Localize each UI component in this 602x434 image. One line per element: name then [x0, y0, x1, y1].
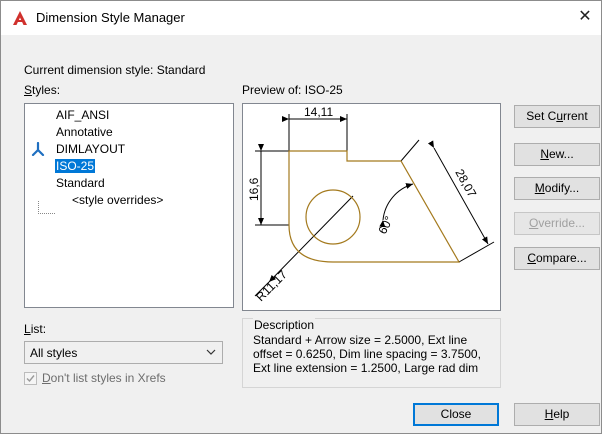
set-current-button[interactable]: Set Current — [514, 105, 600, 128]
dialog-window: Dimension Style Manager ✕ Current dimens… — [0, 0, 602, 434]
description-label: Description — [253, 318, 316, 332]
styles-label-mnemonic: S — [24, 83, 33, 97]
preview-drawing: 14,11 16,6 28,07 60° R11,17 — [247, 105, 495, 304]
help-text: elp — [553, 407, 570, 421]
compare-button[interactable]: Compare... — [514, 247, 600, 270]
override-text: verride... — [538, 216, 586, 230]
xrefs-checkbox[interactable] — [24, 372, 37, 385]
style-item-dimlayout[interactable]: DIMLAYOUT — [55, 142, 126, 156]
modify-text: odify... — [544, 181, 580, 195]
close-button[interactable]: Close — [413, 403, 499, 426]
dim-left-text: 16,6 — [247, 177, 261, 201]
new-text: ew... — [548, 147, 574, 161]
autocad-logo-icon — [13, 11, 27, 25]
styles-listbox[interactable]: AIF_ANSI Annotative DIMLAYOUT ISO-25 Sta… — [24, 103, 234, 308]
override-mnemonic: O — [528, 216, 539, 230]
list-filter-value: All styles — [30, 346, 78, 360]
title-bar: Dimension Style Manager ✕ — [1, 1, 601, 35]
list-filter-select[interactable]: All styles — [24, 341, 223, 364]
list-label: List: — [24, 322, 46, 336]
list-label-mnemonic: L — [24, 322, 31, 336]
styles-label-text: tyles: — [32, 83, 61, 97]
modify-mnemonic: M — [534, 181, 545, 195]
style-item-standard[interactable]: Standard — [55, 176, 106, 190]
style-item-annotative[interactable]: Annotative — [55, 125, 114, 139]
xrefs-text: on't list styles in Xrefs — [50, 371, 166, 385]
set-current-text-end: rrent — [563, 109, 588, 123]
chevron-down-icon — [206, 349, 216, 355]
close-text: Close — [440, 407, 472, 421]
compare-text: ompare... — [535, 251, 587, 265]
styles-label: Styles: — [24, 83, 60, 97]
dim-angle-text: 60° — [375, 214, 396, 237]
style-item-aif-ansi[interactable]: AIF_ANSI — [55, 108, 110, 122]
tree-connector — [38, 201, 55, 214]
description-text: Standard + Arrow size = 2.5000, Ext line… — [253, 333, 481, 375]
set-current-mnemonic: u — [556, 109, 563, 123]
part-outline — [288, 150, 461, 263]
checkmark-icon — [26, 375, 35, 383]
style-item-iso-25[interactable]: ISO-25 — [55, 159, 96, 173]
modify-button[interactable]: Modify... — [514, 177, 600, 200]
current-style-label: Current dimension style: Standard — [24, 63, 206, 77]
help-button[interactable]: Help — [514, 403, 600, 426]
xrefs-checkbox-label: Don't list styles in Xrefs — [42, 371, 166, 385]
compare-mnemonic: C — [527, 251, 536, 265]
xrefs-mnemonic: D — [42, 371, 51, 385]
new-button[interactable]: New... — [514, 143, 600, 166]
override-button[interactable]: Override... — [514, 212, 600, 235]
list-label-text: ist: — [30, 322, 47, 336]
dimension-lines — [254, 114, 495, 297]
preview-panel: 14,11 16,6 28,07 60° R11,17 — [242, 103, 501, 311]
dim-right-text: 28,07 — [452, 167, 479, 200]
close-window-icon[interactable]: ✕ — [575, 7, 595, 27]
annotative-icon — [31, 142, 45, 156]
set-current-text: Set C — [526, 109, 557, 123]
style-item-overrides[interactable]: <style overrides> — [71, 193, 164, 207]
window-title: Dimension Style Manager — [36, 10, 185, 25]
new-mnemonic: N — [540, 147, 549, 161]
description-group: Description Standard + Arrow size = 2.50… — [242, 318, 501, 388]
dim-radius-text: R11,17 — [253, 267, 290, 304]
preview-label: Preview of: ISO-25 — [242, 83, 343, 97]
dim-top-text: 14,11 — [304, 105, 333, 119]
